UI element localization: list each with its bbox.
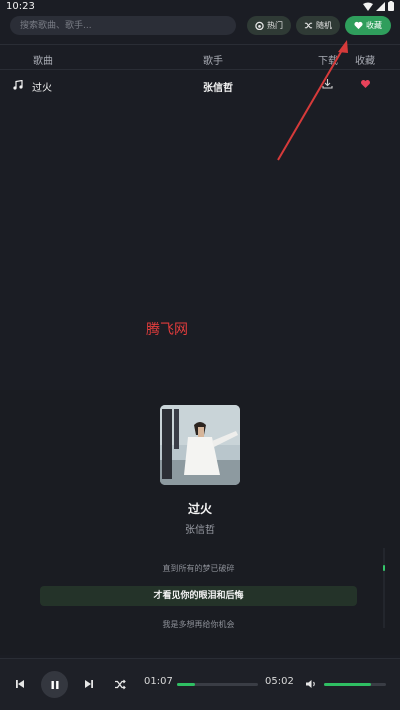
volume-slider[interactable] bbox=[324, 683, 386, 686]
favorite-heart-icon[interactable] bbox=[360, 79, 371, 92]
filter-random-button[interactable]: 随机 bbox=[296, 16, 340, 35]
column-favorite: 收藏 bbox=[355, 56, 375, 67]
pause-icon bbox=[51, 680, 58, 689]
status-icons bbox=[363, 1, 394, 11]
watermark-text: 腾飞网 bbox=[146, 322, 188, 338]
previous-button[interactable] bbox=[13, 677, 27, 691]
music-note-icon bbox=[13, 79, 23, 93]
now-playing-title: 过火 bbox=[187, 502, 212, 516]
filter-favorite-button[interactable]: 收藏 bbox=[345, 16, 391, 35]
album-cover bbox=[160, 405, 240, 485]
wifi-icon bbox=[363, 2, 373, 11]
lyric-line: 直到所有的梦已破碎 bbox=[162, 564, 235, 573]
skip-previous-icon bbox=[16, 680, 24, 688]
column-download: 下载 bbox=[318, 56, 338, 67]
volume-fill bbox=[324, 683, 371, 686]
volume-button[interactable] bbox=[304, 677, 318, 691]
lyric-line: 我是多想再给你机会 bbox=[162, 620, 235, 629]
table-row[interactable]: 过火 张信哲 bbox=[0, 72, 400, 98]
filter-hot-button[interactable]: 热门 bbox=[247, 16, 291, 35]
next-button[interactable] bbox=[82, 677, 96, 691]
progress-fill bbox=[177, 683, 195, 686]
filter-hot-label: 热门 bbox=[267, 21, 283, 30]
skip-next-icon bbox=[85, 680, 93, 688]
signal-icon bbox=[376, 1, 385, 11]
row-artist: 张信哲 bbox=[203, 83, 233, 94]
battery-icon bbox=[388, 1, 394, 11]
now-playing-artist: 张信哲 bbox=[185, 525, 215, 536]
flame-icon bbox=[255, 21, 264, 30]
row-song-title: 过火 bbox=[32, 83, 52, 94]
status-time: 10:23 bbox=[6, 1, 35, 12]
column-artist: 歌手 bbox=[203, 56, 223, 67]
column-song: 歌曲 bbox=[33, 56, 53, 67]
download-icon[interactable] bbox=[322, 78, 333, 92]
shuffle-icon bbox=[304, 22, 313, 29]
lyric-scroll-thumb[interactable] bbox=[383, 565, 385, 571]
volume-icon bbox=[306, 680, 315, 688]
current-time: 01:07 bbox=[144, 676, 173, 687]
filter-favorite-label: 收藏 bbox=[366, 21, 382, 30]
lyric-line-active: 才看见你的眼泪和后悔 bbox=[40, 586, 357, 606]
search-input[interactable] bbox=[10, 16, 236, 35]
shuffle-mode-button[interactable] bbox=[113, 677, 127, 691]
lyric-scrollbar[interactable] bbox=[383, 548, 385, 628]
heart-icon bbox=[354, 21, 363, 30]
song-table-header: 歌曲 歌手 下载 收藏 bbox=[0, 44, 400, 70]
progress-bar[interactable] bbox=[177, 683, 258, 686]
filter-random-label: 随机 bbox=[316, 21, 332, 30]
top-bar: 热门 随机 收藏 bbox=[0, 14, 400, 40]
play-pause-button[interactable] bbox=[41, 671, 68, 698]
status-bar: 10:23 bbox=[0, 0, 400, 14]
shuffle-icon bbox=[115, 679, 126, 689]
total-time: 05:02 bbox=[265, 676, 294, 687]
